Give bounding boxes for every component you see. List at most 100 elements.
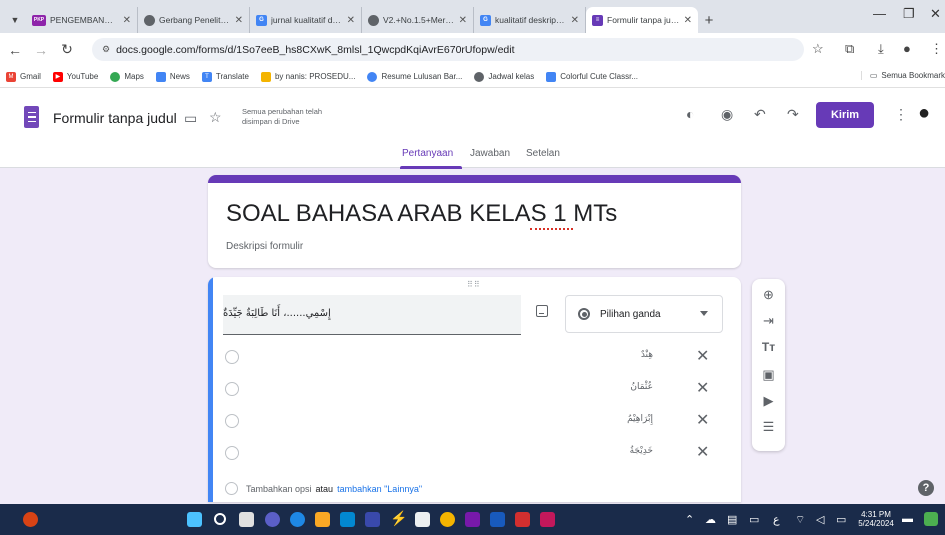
add-title-icon[interactable]: Tт: [752, 340, 785, 354]
close-icon[interactable]: ✕: [123, 15, 131, 26]
add-other-link[interactable]: tambahkan "Lainnya": [337, 484, 422, 494]
bookmark-classroom[interactable]: Colorful Cute Classr...: [546, 71, 638, 82]
remove-option-icon[interactable]: ✕: [696, 346, 709, 366]
app-icon[interactable]: [365, 512, 380, 527]
option-row[interactable]: هِنْدٌ ✕: [223, 347, 733, 367]
form-description-field[interactable]: Deskripsi formulir: [226, 241, 303, 252]
preview-icon[interactable]: ◉: [721, 106, 733, 123]
search-icon[interactable]: [214, 513, 226, 525]
add-image-icon[interactable]: [536, 305, 548, 317]
remove-option-icon[interactable]: ✕: [696, 410, 709, 430]
form-title[interactable]: Formulir tanpa judul: [53, 110, 177, 126]
remove-option-icon[interactable]: ✕: [696, 442, 709, 462]
close-icon[interactable]: ✕: [571, 15, 579, 26]
store-icon[interactable]: [340, 512, 355, 527]
bookmark-maps[interactable]: Maps: [110, 71, 144, 82]
avatar[interactable]: ●: [918, 102, 930, 125]
browser-tab[interactable]: V2.+No.1.5+Meranca ✕: [362, 7, 474, 33]
help-icon[interactable]: ?: [918, 480, 934, 496]
forward-icon[interactable]: →: [30, 42, 52, 58]
weather-icon[interactable]: [23, 512, 38, 527]
browser-tab-active[interactable]: ≡ Formulir tanpa judul ✕: [586, 7, 698, 33]
bookmark-star-icon[interactable]: ☆: [812, 41, 824, 57]
close-window-icon[interactable]: ✕: [930, 6, 941, 22]
tray-app-icon[interactable]: ▤: [727, 513, 737, 526]
more-options-icon[interactable]: ⋮: [894, 106, 908, 123]
language-icon[interactable]: ع: [773, 513, 780, 526]
option-text[interactable]: عُثْمَانُ: [630, 382, 653, 392]
edge-icon[interactable]: [290, 512, 305, 527]
add-image-icon[interactable]: ▣: [752, 367, 785, 383]
browser-tab[interactable]: G kualitatif deskriptif a ✕: [474, 7, 586, 33]
access-icon[interactable]: [540, 512, 555, 527]
add-option-link[interactable]: Tambahkan opsi: [246, 484, 312, 494]
bookmark-news[interactable]: News: [155, 71, 190, 82]
bookmark-resume[interactable]: Resume Lulusan Bar...: [367, 71, 462, 82]
address-bar[interactable]: ⚙ docs.google.com/forms/d/1So7eeB_hs8CXw…: [92, 38, 804, 61]
chrome-icon[interactable]: [440, 512, 455, 527]
tab-search-icon[interactable]: ▼: [4, 7, 26, 33]
bookmark-youtube[interactable]: ▶ YouTube: [52, 71, 98, 82]
tray-display-icon[interactable]: ▭: [749, 513, 759, 526]
star-icon[interactable]: ☆: [209, 109, 222, 126]
undo-icon[interactable]: ↶: [754, 106, 766, 123]
option-text[interactable]: هِنْدٌ: [641, 350, 653, 360]
bookmark-jadwal[interactable]: Jadwal kelas: [474, 71, 534, 82]
browser-tab[interactable]: G jurnal kualitatif desk ✕: [250, 7, 362, 33]
file-explorer-icon[interactable]: [315, 512, 330, 527]
menu-icon[interactable]: ⋮: [930, 41, 943, 57]
acrobat-icon[interactable]: [515, 512, 530, 527]
restore-icon[interactable]: ❐: [903, 6, 915, 22]
option-text[interactable]: إِبْرَاهِيْمُ: [627, 414, 653, 424]
forms-logo-icon[interactable]: [24, 106, 39, 128]
folder-icon[interactable]: ▭: [184, 110, 197, 127]
tab-responses[interactable]: Jawaban: [470, 148, 510, 159]
tab-questions[interactable]: Pertanyaan: [402, 148, 453, 159]
minimize-icon[interactable]: —: [873, 6, 886, 21]
add-question-icon[interactable]: ⊕: [752, 287, 785, 303]
start-icon[interactable]: [187, 512, 202, 527]
close-icon[interactable]: ✕: [684, 15, 692, 26]
redo-icon[interactable]: ↷: [787, 106, 799, 123]
clock[interactable]: 4:31 PM 5/24/2024: [856, 510, 896, 528]
new-tab-button[interactable]: +: [698, 7, 720, 33]
volume-icon[interactable]: ◁: [816, 513, 824, 526]
onenote-icon[interactable]: [465, 512, 480, 527]
close-icon[interactable]: ✕: [459, 15, 467, 26]
option-row[interactable]: خَدِيْجَةُ ✕: [223, 443, 733, 463]
bookmark-gmail[interactable]: M Gmail: [6, 71, 41, 82]
close-icon[interactable]: ✕: [347, 15, 355, 26]
task-view-icon[interactable]: [239, 512, 254, 527]
option-row[interactable]: عُثْمَانُ ✕: [223, 379, 733, 399]
download-icon[interactable]: ⤓: [878, 41, 884, 57]
profile-icon[interactable]: ●: [903, 41, 911, 56]
question-input[interactable]: إِسْمِي......، أَنَا طَالِبَةٌ جَيِّدَةٌ: [223, 295, 521, 335]
question-type-select[interactable]: Pilihan ganda: [565, 295, 723, 333]
add-video-icon[interactable]: ▶: [752, 393, 785, 409]
drag-handle-icon[interactable]: ⠿⠿: [467, 280, 481, 289]
question-card[interactable]: ⠿⠿ إِسْمِي......، أَنَا طَالِبَةٌ جَيِّد…: [208, 277, 741, 502]
back-icon[interactable]: ←: [4, 42, 26, 58]
send-button[interactable]: Kirim: [816, 102, 874, 128]
notification-icon[interactable]: ▬: [902, 513, 913, 525]
calculator-icon[interactable]: [415, 512, 430, 527]
lightning-icon[interactable]: ⚡: [390, 510, 407, 526]
tray-chevron-icon[interactable]: ⌃: [685, 513, 694, 526]
import-questions-icon[interactable]: ⇥: [752, 313, 785, 329]
tab-settings[interactable]: Setelan: [526, 148, 560, 159]
word-icon[interactable]: [490, 512, 505, 527]
onedrive-icon[interactable]: ☁: [705, 513, 716, 526]
browser-tab[interactable]: Gerbang Penelitian ✕: [138, 7, 250, 33]
copilot-icon[interactable]: [924, 512, 938, 526]
bookmark-translate[interactable]: T Translate: [201, 71, 249, 82]
option-text[interactable]: خَدِيْجَةُ: [630, 446, 653, 456]
reload-icon[interactable]: ↻: [56, 41, 78, 58]
battery-icon[interactable]: ▭: [836, 513, 846, 526]
meet-icon[interactable]: [265, 512, 280, 527]
all-bookmarks[interactable]: ▭ Semua Bookmark: [860, 71, 945, 80]
remove-option-icon[interactable]: ✕: [696, 378, 709, 398]
palette-icon[interactable]: ◐: [686, 106, 694, 122]
extensions-icon[interactable]: ⧉: [845, 41, 854, 57]
bookmark-prosedu[interactable]: by nanis: PROSEDU...: [260, 71, 355, 82]
form-title-card[interactable]: SOAL BAHASA ARAB KELAS 1 MTs Deskripsi f…: [208, 175, 741, 268]
